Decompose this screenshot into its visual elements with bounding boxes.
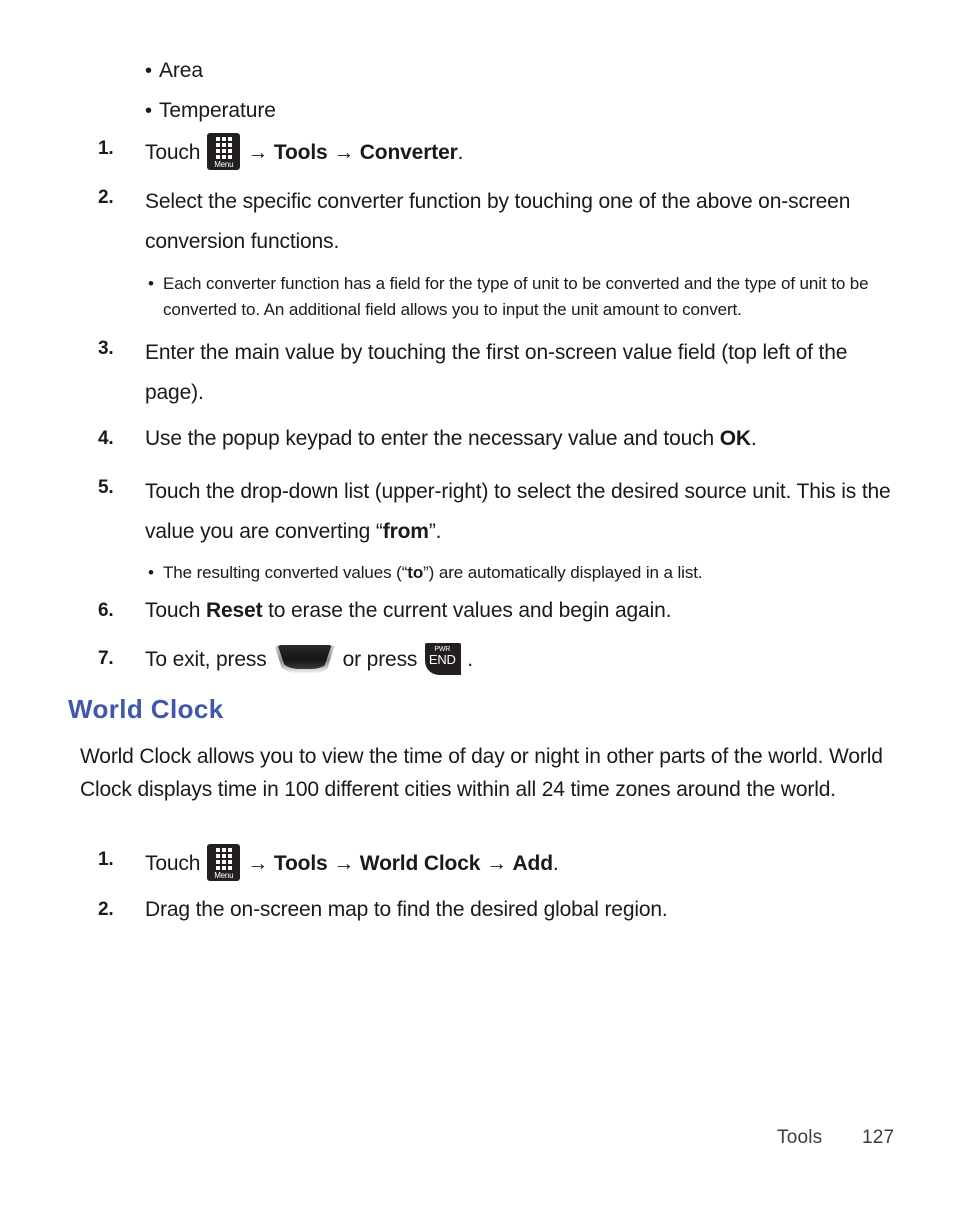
bullet-marker: •	[145, 60, 153, 82]
step-emphasis-ok: OK	[719, 427, 751, 450]
step-number: 4.	[98, 428, 114, 449]
step-text-before: Use the popup keypad to enter the necess…	[145, 427, 720, 450]
step-suffix-text: .	[552, 852, 559, 875]
step-number: 6.	[98, 600, 114, 621]
numbered-step: 3. Enter the main value by touching the …	[98, 333, 918, 413]
back-key-icon	[274, 645, 335, 673]
menu-path-tools: Tools	[273, 141, 328, 164]
step-content: Use the popup keypad to enter the necess…	[145, 423, 905, 454]
step-number: 1.	[98, 138, 114, 159]
end-key-icon: PWR END	[425, 643, 462, 675]
menu-path-tools: Tools	[273, 852, 328, 875]
numbered-step: 2. Select the specific converter functio…	[98, 182, 918, 262]
sub-emphasis-to: to	[407, 563, 424, 582]
list-item: • Temperature	[145, 97, 276, 125]
section-heading: World Clock	[68, 694, 224, 724]
arrow-right-icon: →	[333, 141, 355, 164]
arrow-right-icon: →	[485, 852, 507, 875]
menu-key-icon: Menu	[207, 133, 241, 170]
step-number: 2.	[98, 187, 114, 208]
step-emphasis-from: from	[382, 520, 429, 543]
step-prefix-text: To exit, press	[145, 648, 267, 671]
arrow-right-icon: →	[247, 852, 269, 875]
step-content: To exit, press or press PWR END.	[145, 643, 473, 675]
arrow-right-icon: →	[333, 852, 355, 875]
list-item: • Area	[145, 57, 203, 85]
sub-list-item: • The resulting converted values (“to”) …	[148, 560, 923, 586]
section-paragraph: World Clock allows you to view the time …	[80, 745, 883, 801]
menu-key-icon: Menu	[207, 844, 241, 881]
step-number: 2.	[98, 899, 114, 920]
step-content: Drag the on-screen map to find the desir…	[145, 898, 668, 921]
footer-section-label: Tools	[777, 1127, 823, 1148]
numbered-step: 2. Drag the on-screen map to find the de…	[98, 894, 918, 925]
bullet-marker: •	[148, 274, 154, 293]
step-middle-text: or press	[342, 648, 418, 671]
step-text-after: ”.	[428, 520, 442, 543]
list-item-label: Temperature	[159, 99, 276, 122]
sub-list-item: • Each converter function has a field fo…	[148, 271, 923, 323]
step-number: 1.	[98, 849, 114, 870]
menu-key-label: Menu	[214, 871, 234, 880]
step-emphasis-reset: Reset	[205, 599, 263, 622]
step-content: Select the specific converter function b…	[145, 190, 851, 253]
back-key-face	[277, 645, 332, 669]
step-text-before: Touch the drop-down list (upper-right) t…	[145, 480, 891, 543]
bullet-marker: •	[148, 563, 154, 582]
list-item-label: Area	[159, 59, 203, 82]
step-content: Touch the drop-down list (upper-right) t…	[145, 472, 905, 552]
menu-dots-icon	[215, 137, 232, 159]
arrow-right-icon: →	[247, 141, 269, 164]
step-content: Enter the main value by touching the fir…	[145, 341, 848, 404]
numbered-step: 7. To exit, press or press PWR END.	[98, 643, 918, 675]
numbered-step: 1. Touch Menu → Tools → Converter.	[98, 133, 918, 170]
numbered-step: 4. Use the popup keypad to enter the nec…	[98, 423, 918, 454]
bullet-marker: •	[145, 100, 153, 122]
menu-path-world-clock: World Clock	[359, 852, 481, 875]
step-content: Touch Menu → Tools → World Clock → Add.	[145, 844, 559, 881]
sub-list-item-label: Each converter function has a field for …	[163, 274, 869, 319]
end-key-end-label: END	[428, 652, 456, 667]
step-number: 5.	[98, 477, 114, 498]
step-number: 3.	[98, 338, 114, 359]
menu-path-converter: Converter	[359, 141, 458, 164]
step-text-after: .	[750, 427, 757, 450]
step-suffix-text: .	[467, 648, 473, 671]
step-number: 7.	[98, 648, 114, 669]
numbered-step: 5. Touch the drop-down list (upper-right…	[98, 472, 918, 552]
menu-path-add: Add	[512, 852, 554, 875]
step-content: Touch Reset to erase the current values …	[145, 595, 905, 626]
menu-dots-icon	[215, 848, 232, 870]
document-page: • Area • Temperature 1. Touch Menu → Too…	[0, 0, 954, 1209]
footer-page-number: 127	[862, 1127, 895, 1148]
sub-text-after: ”) are automatically displayed in a list…	[423, 563, 703, 582]
step-text-before: Touch	[145, 599, 206, 622]
numbered-step: 6. Touch Reset to erase the current valu…	[98, 595, 918, 626]
step-content: Touch Menu → Tools → Converter.	[145, 133, 463, 170]
step-prefix-text: Touch	[145, 852, 201, 875]
sub-list-item-label: The resulting converted values (“to”) ar…	[163, 560, 918, 586]
step-prefix-text: Touch	[145, 141, 201, 164]
step-text-after: to erase the current values and begin ag…	[262, 599, 672, 622]
numbered-step: 1. Touch Menu → Tools → World Clock → Ad…	[98, 844, 918, 881]
step-suffix-text: .	[457, 141, 464, 164]
menu-key-label: Menu	[214, 160, 234, 169]
sub-text-before: The resulting converted values (“	[163, 563, 408, 582]
